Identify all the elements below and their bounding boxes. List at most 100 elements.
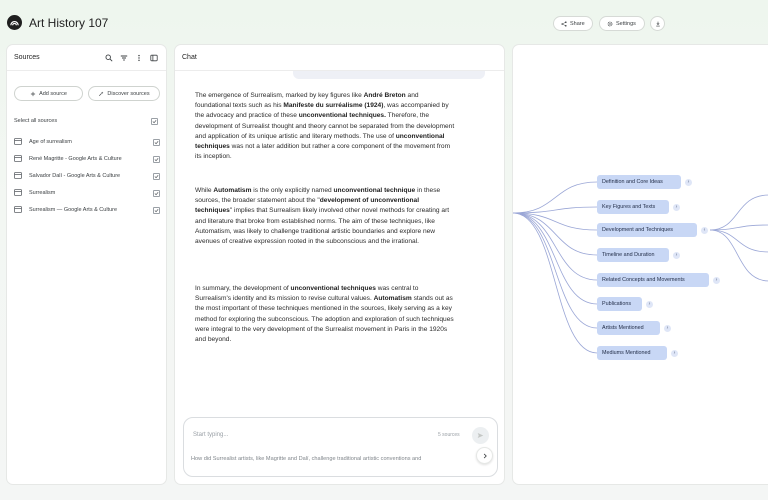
discover-sources-label: Discover sources (107, 90, 150, 97)
chat-messages[interactable]: The emergence of Surrealism, marked by k… (175, 71, 504, 416)
source-item[interactable]: René Magritte - Google Arts & Culture (7, 152, 168, 166)
source-checkbox[interactable] (153, 207, 160, 214)
source-count: 5 sources (438, 432, 460, 438)
share-icon (561, 20, 567, 27)
check-icon (154, 158, 159, 162)
document-icon (14, 155, 22, 162)
document-icon (14, 172, 22, 179)
check-icon (154, 192, 159, 196)
text-run: was not a later addition but rather a co… (195, 143, 451, 161)
chat-panel: Chat The emergence of Surrealism, marked… (174, 44, 505, 485)
mind-map-child-connector (709, 229, 768, 282)
add-source-label: Add source (39, 90, 67, 97)
text-run: stands out as the most important of thes… (195, 295, 454, 344)
document-icon (14, 138, 22, 145)
source-item[interactable]: Salvador Dalí - Google Arts & Culture (7, 169, 168, 183)
share-button[interactable]: Share (553, 16, 593, 31)
mind-map-panel[interactable]: Definition and Core Ideas › Key Figures an… (512, 44, 768, 485)
mind-map-child-connector (709, 224, 768, 231)
text-run: is the only explicitly named (251, 187, 334, 194)
source-item-label: Surrealism (29, 190, 56, 196)
bold-text: André Breton (363, 92, 406, 99)
source-checkbox[interactable] (153, 173, 160, 180)
discover-icon (99, 91, 104, 96)
source-item-label: Salvador Dalí - Google Arts & Culture (29, 173, 121, 179)
response-paragraph: While Automatism is the only explicitly … (195, 186, 455, 247)
send-button[interactable] (472, 427, 489, 444)
more-vert-icon[interactable] (135, 54, 143, 62)
source-item[interactable]: Age of surrealism (7, 135, 168, 149)
source-checkbox[interactable] (153, 139, 160, 146)
chevron-right-icon (483, 453, 487, 458)
discover-sources-button[interactable]: Discover sources (88, 86, 160, 101)
suggested-question[interactable]: How did Surrealist artists, like Magritt… (191, 456, 481, 462)
chat-header: Chat (175, 45, 504, 71)
mind-map-node[interactable]: Related Concepts and Movements (597, 273, 709, 287)
source-item[interactable]: Surrealism — Google Arts & Culture (7, 203, 168, 217)
settings-label: Settings (616, 20, 636, 27)
document-icon (14, 189, 22, 196)
expand-toggle-icon[interactable]: › (664, 324, 671, 332)
text-run: While (195, 187, 214, 194)
mind-map-connector (513, 212, 598, 256)
mind-map-node[interactable]: Key Figures and Texts (597, 200, 669, 214)
mind-map-connector (513, 212, 598, 329)
sources-title: Sources (14, 54, 40, 61)
source-item-label: René Magritte - Google Arts & Culture (29, 156, 122, 162)
add-source-button[interactable]: Add source (14, 86, 83, 101)
sources-header: Sources (7, 45, 166, 71)
text-run: " implies that Surrealism likely involve… (195, 207, 450, 246)
bold-text: Automatism (373, 295, 412, 303)
mind-map-node[interactable]: Mediums Mentioned (597, 346, 667, 360)
source-checkbox[interactable] (153, 190, 160, 197)
expand-toggle-icon[interactable]: › (673, 203, 680, 211)
document-icon (14, 206, 22, 213)
check-icon (154, 175, 159, 179)
mind-map-node[interactable]: Publications (597, 297, 642, 311)
sources-panel: Sources Add source Discover sources Sele… (6, 44, 167, 485)
expand-toggle-icon[interactable]: ‹ (701, 226, 708, 234)
bold-text: unconventional techniques (290, 285, 376, 292)
text-run: The emergence of Surrealism, marked by k… (195, 92, 364, 99)
next-suggestion-button[interactable] (476, 447, 493, 464)
download-icon (655, 21, 660, 26)
notebook-title[interactable]: Art History 107 (29, 16, 108, 30)
chat-input[interactable]: Start typing... (193, 432, 228, 438)
top-bar: Art History 107 Share Settings (0, 0, 768, 44)
download-button[interactable] (650, 16, 665, 31)
sort-icon[interactable] (120, 54, 128, 62)
select-all-checkbox[interactable] (151, 118, 158, 125)
mind-map-node[interactable]: Definition and Core Ideas (597, 175, 681, 189)
source-item[interactable]: Surrealism (7, 186, 168, 200)
mind-map-connector (513, 212, 598, 305)
bold-text: unconventional techniques. (298, 112, 386, 120)
mind-map-node[interactable]: Artists Mentioned (597, 321, 660, 335)
response-paragraph: The emergence of Surrealism, marked by k… (195, 91, 455, 162)
settings-button[interactable]: Settings (599, 16, 645, 31)
previous-message-bubble (293, 71, 485, 79)
gear-icon (607, 21, 613, 26)
mind-map-child-connector (709, 194, 768, 231)
mind-map-node[interactable]: Development and Techniques (597, 223, 697, 237)
check-icon (154, 141, 159, 145)
send-icon (477, 433, 484, 438)
app-logo-icon[interactable] (7, 15, 22, 30)
collapse-panel-icon[interactable] (150, 54, 158, 62)
mind-map-node[interactable]: Timeline and Duration (597, 248, 669, 262)
expand-toggle-icon[interactable]: › (685, 178, 692, 186)
select-all-label: Select all sources (14, 118, 58, 124)
share-label: Share (570, 20, 585, 27)
expand-toggle-icon[interactable]: › (671, 349, 678, 357)
expand-toggle-icon[interactable]: › (673, 251, 680, 259)
chat-input-box[interactable]: Start typing... 5 sources (183, 417, 498, 477)
source-checkbox[interactable] (153, 156, 160, 163)
plus-icon (30, 91, 36, 96)
mind-map-child-connector (709, 229, 768, 253)
expand-toggle-icon[interactable]: › (713, 276, 720, 284)
bold-text: unconventional technique (333, 187, 416, 194)
search-icon[interactable] (105, 54, 113, 62)
mind-map-connector (513, 181, 598, 214)
expand-toggle-icon[interactable]: › (646, 300, 653, 308)
source-item-label: Surrealism — Google Arts & Culture (29, 207, 118, 213)
bold-text: Automatism (213, 187, 252, 194)
